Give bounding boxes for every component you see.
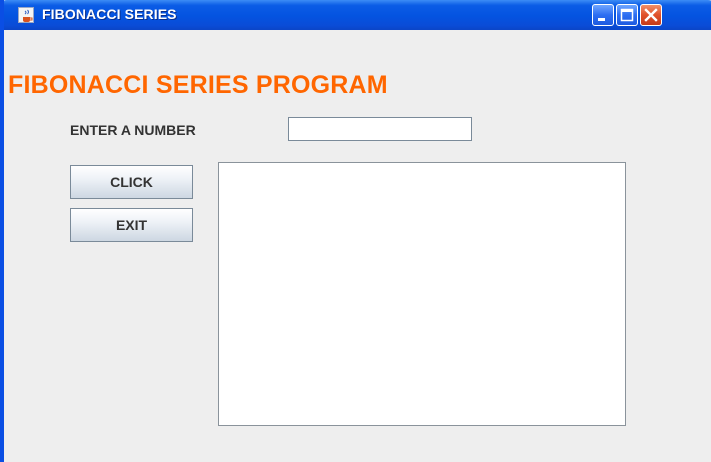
- maximize-icon: [620, 8, 634, 22]
- app-window: FIBONACCI SERIES FIBONACCI SERIES PROGRA…: [0, 0, 711, 462]
- exit-button[interactable]: EXIT: [70, 208, 193, 242]
- page-title: FIBONACCI SERIES PROGRAM: [8, 71, 388, 99]
- close-button[interactable]: [640, 4, 662, 26]
- output-textarea[interactable]: [218, 162, 626, 426]
- maximize-button[interactable]: [616, 4, 638, 26]
- number-label: ENTER A NUMBER: [70, 122, 196, 138]
- title-bar[interactable]: FIBONACCI SERIES: [4, 0, 711, 30]
- number-input[interactable]: [288, 117, 472, 141]
- click-button[interactable]: CLICK: [70, 165, 193, 199]
- minimize-icon: [598, 18, 605, 21]
- close-icon: [644, 8, 658, 22]
- window-title: FIBONACCI SERIES: [42, 6, 177, 22]
- minimize-button[interactable]: [592, 4, 614, 26]
- java-cup-icon[interactable]: [18, 7, 34, 23]
